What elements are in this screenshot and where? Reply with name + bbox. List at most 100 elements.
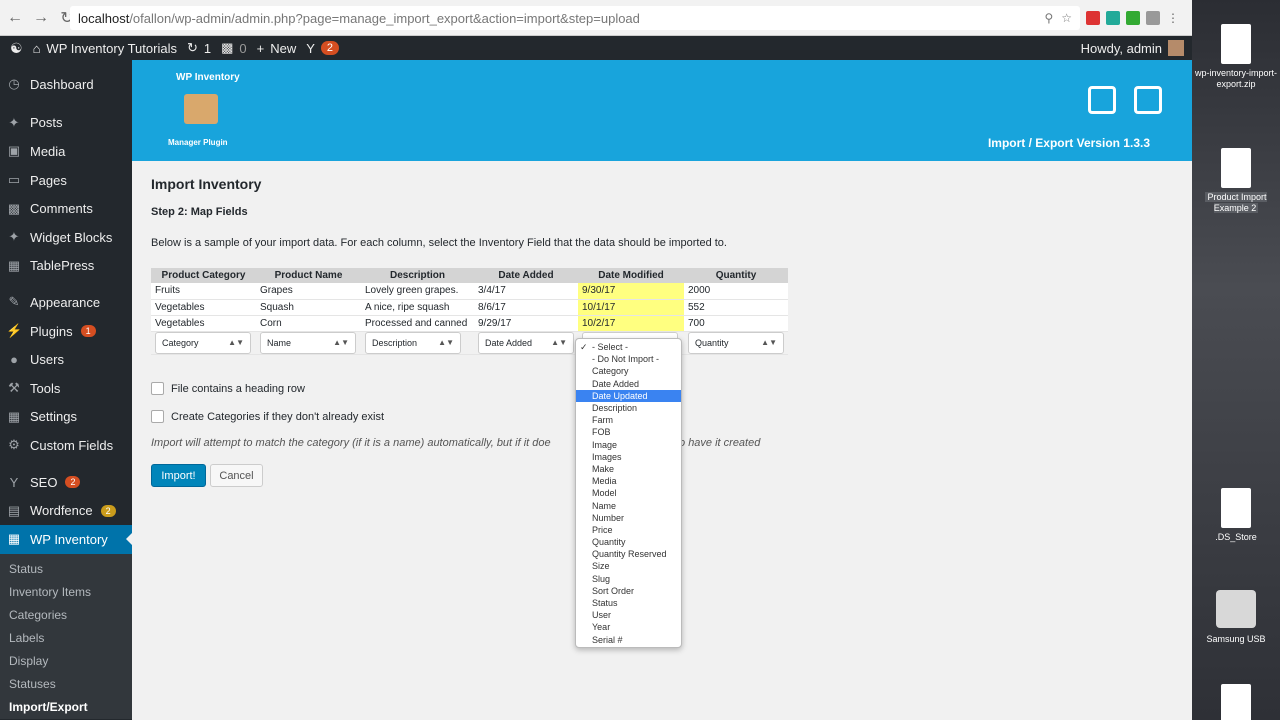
forward-icon[interactable]: →: [30, 7, 52, 29]
dropdown-option[interactable]: Year: [576, 621, 681, 633]
select-value: Date Added: [485, 337, 533, 348]
back-icon[interactable]: ←: [4, 7, 26, 29]
field-dropdown-menu[interactable]: ✓ - Select -- Do Not Import - Category Date…: [575, 338, 682, 648]
submenu-statuses[interactable]: Statuses: [0, 673, 132, 696]
dropdown-option[interactable]: Date Added: [576, 378, 681, 390]
dropdown-option[interactable]: FOB: [576, 426, 681, 438]
table-cell: 10/2/17: [578, 315, 684, 332]
dropdown-option[interactable]: ✓ - Select -: [576, 341, 681, 353]
submenu-labels[interactable]: Labels: [0, 627, 132, 650]
menu-wordfence[interactable]: ▤ Wordfence 2: [0, 496, 132, 525]
extension-icon[interactable]: [1106, 11, 1120, 25]
dropdown-option[interactable]: Name: [576, 499, 681, 511]
menu-tablepress[interactable]: ▦ TablePress: [0, 252, 132, 281]
dropdown-option[interactable]: Make: [576, 463, 681, 475]
dropdown-option[interactable]: Price: [576, 524, 681, 536]
select-value: Name: [267, 337, 292, 348]
menu-media[interactable]: ▣ Media: [0, 137, 132, 166]
create-categories-option[interactable]: Create Categories if they don't already …: [151, 410, 384, 423]
heading-row-option[interactable]: File contains a heading row: [151, 382, 305, 395]
wrench-icon: ⚒: [8, 380, 20, 396]
yoast-badge: 2: [320, 41, 340, 55]
menu-comments[interactable]: ▩ Comments: [0, 194, 132, 223]
desktop-drive-usb[interactable]: Samsung USB: [1192, 590, 1280, 645]
comments-link[interactable]: ▩ 0: [221, 40, 247, 56]
dropdown-option[interactable]: Image: [576, 439, 681, 451]
site-name-link[interactable]: ⌂ WP Inventory Tutorials: [33, 41, 177, 56]
table-cell: Lovely green grapes.: [361, 283, 474, 300]
dropdown-option[interactable]: Media: [576, 475, 681, 487]
dropdown-option[interactable]: Quantity Reserved: [576, 548, 681, 560]
table-row: Vegetables Corn Processed and canned 9/2…: [151, 315, 788, 332]
updates-link[interactable]: ↻ 1: [187, 40, 211, 56]
table-cell: Vegetables: [151, 315, 256, 332]
desktop-file-csv[interactable]: Product Import Example 2: [1192, 148, 1280, 214]
table-cell: 2000: [684, 283, 788, 300]
dropdown-option[interactable]: Model: [576, 487, 681, 499]
dropdown-option[interactable]: Date Updated: [576, 389, 681, 402]
menu-seo[interactable]: Y SEO 2: [0, 468, 132, 497]
menu-widget-blocks[interactable]: ✦ Widget Blocks: [0, 223, 132, 252]
menu-plugins[interactable]: ⚡ Plugins 1: [0, 317, 132, 346]
bookmark-star-icon[interactable]: ☆: [1061, 11, 1072, 25]
field-select-category[interactable]: Category ▲▼: [155, 331, 251, 354]
dropdown-option[interactable]: Serial #: [576, 634, 681, 646]
dropdown-option[interactable]: Status: [576, 597, 681, 609]
cancel-button[interactable]: Cancel: [210, 464, 263, 487]
my-account-link[interactable]: Howdy, admin: [1081, 36, 1184, 60]
menu-kebab-icon[interactable]: ⋮: [1166, 11, 1180, 25]
wordpress-logo-icon[interactable]: ☯: [10, 40, 23, 57]
submenu-categories[interactable]: Categories: [0, 604, 132, 627]
dashboard-icon: ◷: [8, 76, 20, 92]
field-select-date-added[interactable]: Date Added ▲▼: [478, 331, 574, 354]
dropdown-option[interactable]: Quantity: [576, 536, 681, 548]
submenu-import-export[interactable]: Import/Export: [0, 696, 132, 719]
menu-appearance[interactable]: ✎ Appearance: [0, 288, 132, 317]
create-categories-checkbox[interactable]: [151, 410, 164, 423]
dropdown-option[interactable]: Farm: [576, 414, 681, 426]
wordfence-icon: ▤: [7, 502, 21, 518]
address-bar[interactable]: localhost/ofallon/wp-admin/admin.php?pag…: [70, 6, 1080, 30]
dropdown-option[interactable]: User: [576, 609, 681, 621]
new-content-link[interactable]: + New: [257, 41, 297, 56]
menu-settings[interactable]: ▦ Settings: [0, 403, 132, 432]
menu-wp-inventory[interactable]: ▦ WP Inventory: [0, 524, 132, 554]
extension-icon[interactable]: [1126, 11, 1140, 25]
submenu-inventory-items[interactable]: Inventory Items: [0, 581, 132, 604]
desktop-file[interactable]: [1192, 684, 1280, 720]
dropdown-option[interactable]: Size: [576, 560, 681, 572]
import-button[interactable]: Import!: [151, 464, 206, 487]
menu-tools[interactable]: ⚒ Tools: [0, 374, 132, 403]
menu-custom-fields[interactable]: ⚙ Custom Fields: [0, 431, 132, 460]
dropdown-option[interactable]: Description: [576, 402, 681, 414]
field-select-name[interactable]: Name ▲▼: [260, 331, 356, 354]
extension-icon[interactable]: [1086, 11, 1100, 25]
dropdown-option[interactable]: Sort Order: [576, 585, 681, 597]
settings-icon: ▦: [7, 408, 21, 424]
submenu-status[interactable]: Status: [0, 558, 132, 581]
menu-pages[interactable]: ▭ Pages: [0, 166, 132, 195]
zoom-icon[interactable]: ⚲: [1044, 11, 1053, 25]
yoast-link[interactable]: Y 2: [306, 41, 340, 56]
menu-label: WP Inventory: [30, 531, 108, 547]
menu-posts[interactable]: ✦ Posts: [0, 109, 132, 138]
select-value: Quantity: [695, 337, 729, 348]
field-select-description[interactable]: Description ▲▼: [365, 331, 461, 354]
menu-users[interactable]: ● Users: [0, 345, 132, 374]
heading-row-checkbox[interactable]: [151, 382, 164, 395]
documentation-book-icon[interactable]: [1088, 86, 1116, 114]
dropdown-option[interactable]: Images: [576, 451, 681, 463]
submenu-display[interactable]: Display: [0, 650, 132, 673]
desktop-file-zip[interactable]: wp-inventory-import-export.zip: [1192, 24, 1280, 90]
extension-icon[interactable]: [1146, 11, 1160, 25]
table-cell: Processed and canned: [361, 315, 474, 332]
dropdown-option[interactable]: Category: [576, 365, 681, 377]
dropdown-option[interactable]: Number: [576, 512, 681, 524]
menu-dashboard[interactable]: ◷ Dashboard: [0, 70, 132, 99]
dropdown-option[interactable]: - Do Not Import -: [576, 353, 681, 365]
create-categories-label: Create Categories if they don't already …: [171, 410, 385, 423]
dropdown-option[interactable]: Slug: [576, 573, 681, 585]
support-kit-icon[interactable]: [1134, 86, 1162, 114]
field-select-quantity[interactable]: Quantity ▲▼: [688, 331, 784, 354]
desktop-file-ds-store[interactable]: .DS_Store: [1192, 488, 1280, 543]
